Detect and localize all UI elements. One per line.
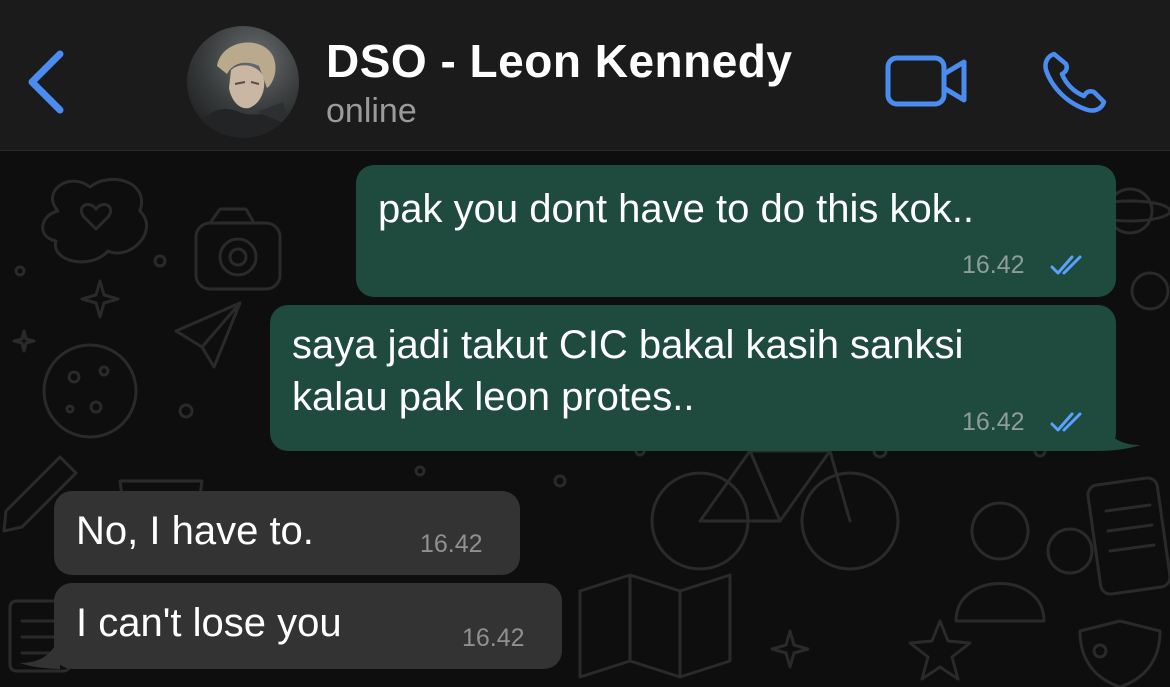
voice-call-button[interactable] xyxy=(1040,48,1110,116)
chat-header: DSO - Leon Kennedy online xyxy=(0,0,1170,151)
contact-name[interactable]: DSO - Leon Kennedy xyxy=(326,34,792,88)
message-text: I can't lose you xyxy=(76,601,342,645)
message-text: saya jadi takut CIC bakal kasih sanksi k… xyxy=(292,323,964,419)
message-timestamp: 16.42 xyxy=(962,251,1025,279)
message-timestamp: 16.42 xyxy=(462,624,525,652)
message-timestamp: 16.42 xyxy=(962,408,1025,436)
message-list[interactable]: pak you dont have to do this kok.. 16.42… xyxy=(0,151,1170,687)
video-call-button[interactable] xyxy=(884,52,970,110)
bubble-tail xyxy=(1100,415,1140,451)
double-check-icon xyxy=(1050,412,1082,432)
message-bubble-outgoing[interactable]: saya jadi takut CIC bakal kasih sanksi k… xyxy=(270,305,1116,451)
message-text: pak you dont have to do this kok.. xyxy=(378,187,974,231)
message-timestamp: 16.42 xyxy=(420,530,483,558)
video-camera-icon xyxy=(885,55,967,107)
message-bubble-incoming[interactable]: I can't lose you 16.42 xyxy=(54,583,562,669)
message-bubble-outgoing[interactable]: pak you dont have to do this kok.. 16.42 xyxy=(356,165,1116,297)
back-button[interactable] xyxy=(22,46,72,118)
contact-avatar[interactable] xyxy=(187,26,299,138)
chevron-left-icon xyxy=(28,50,64,114)
phone-icon xyxy=(1043,51,1107,113)
bubble-tail xyxy=(20,633,60,669)
message-bubble-incoming[interactable]: No, I have to. 16.42 xyxy=(54,491,520,575)
double-check-icon xyxy=(1050,255,1082,275)
chat-screen: DSO - Leon Kennedy online pak you dont h… xyxy=(0,0,1170,687)
contact-status: online xyxy=(326,92,417,130)
message-text: No, I have to. xyxy=(76,509,314,553)
